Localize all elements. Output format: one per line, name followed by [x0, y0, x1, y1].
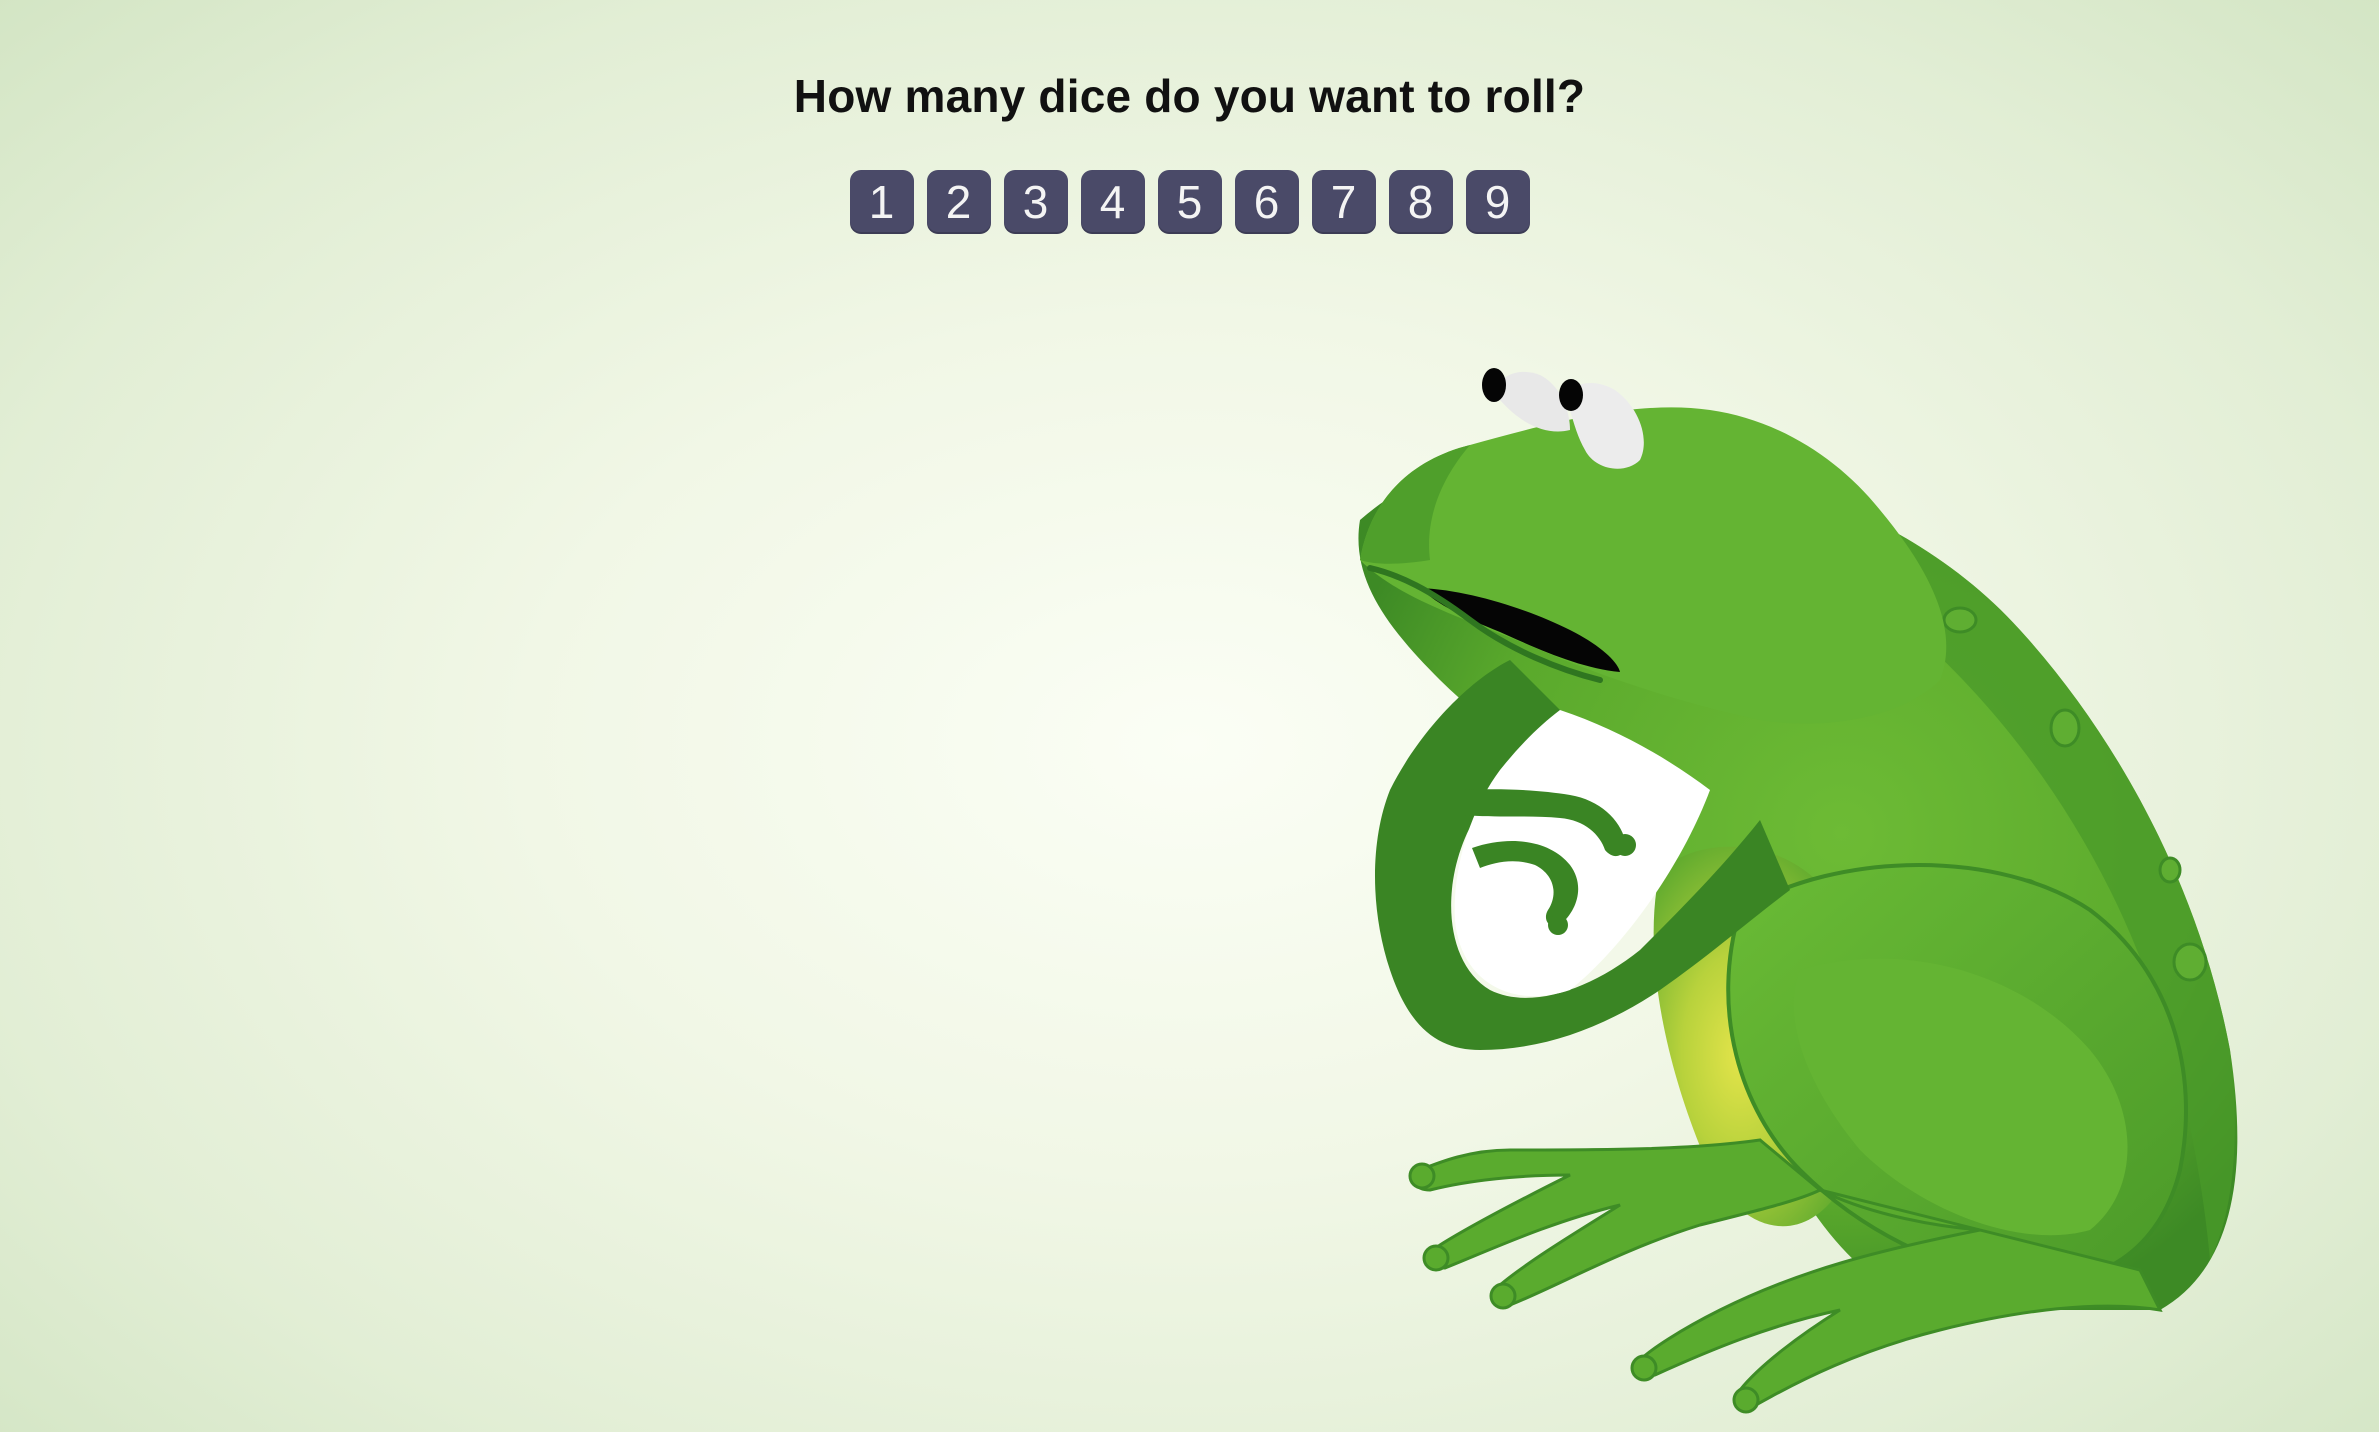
dice-count-1-button[interactable]: 1 [849, 170, 914, 234]
frog-left-pupil [1482, 368, 1506, 402]
dice-count-9-button[interactable]: 9 [1465, 170, 1530, 234]
frog-illustration [1240, 350, 2280, 1430]
dice-count-5-button[interactable]: 5 [1157, 170, 1222, 234]
dice-count-6-button[interactable]: 6 [1234, 170, 1299, 234]
dice-count-2-button[interactable]: 2 [926, 170, 991, 234]
dice-count-7-button[interactable]: 7 [1311, 170, 1376, 234]
dice-count-8-button[interactable]: 8 [1388, 170, 1453, 234]
dice-count-4-button[interactable]: 4 [1080, 170, 1145, 234]
frog-right-pupil [1559, 379, 1583, 411]
dice-count-selector: 1 2 3 4 5 6 7 8 9 [0, 170, 2379, 234]
page-title: How many dice do you want to roll? [793, 70, 1586, 122]
dice-count-3-button[interactable]: 3 [1003, 170, 1068, 234]
